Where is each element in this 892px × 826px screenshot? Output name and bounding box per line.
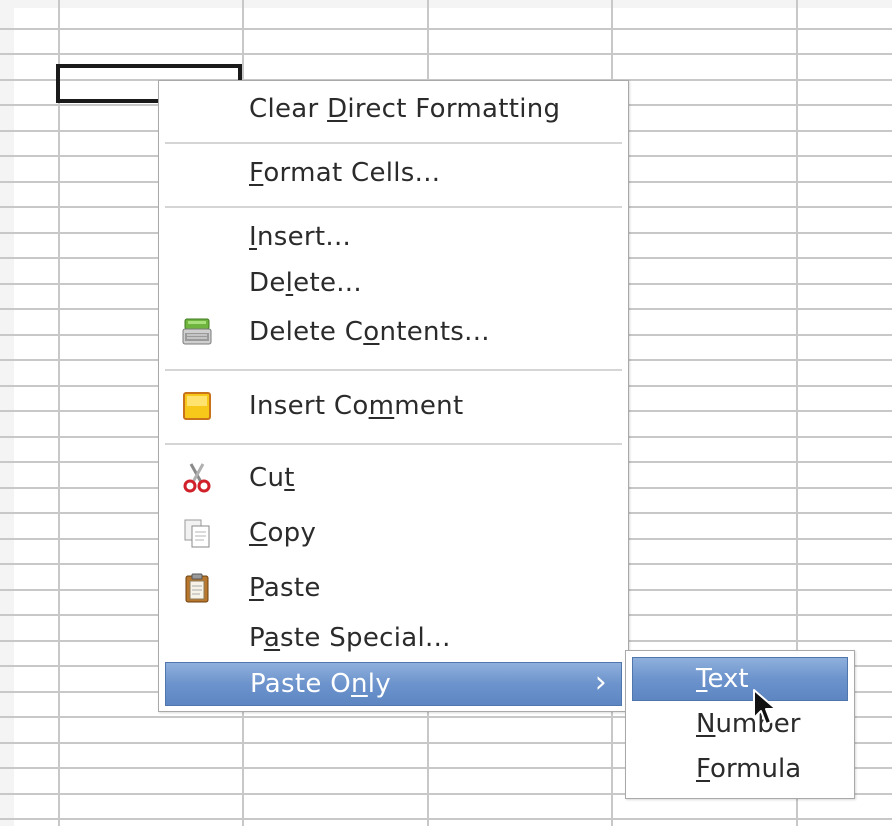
submenu-item-text[interactable]: Text	[632, 657, 848, 701]
context-menu: Clear Direct Formatting Format Cells... …	[158, 80, 629, 712]
clipboard-icon	[181, 572, 213, 604]
grid-left-margin	[0, 0, 14, 826]
menu-item-format-cells[interactable]: Format Cells...	[165, 153, 622, 193]
menu-item-label: Paste Special...	[249, 623, 451, 653]
menu-item-insert-comment[interactable]: Insert Comment	[165, 386, 622, 426]
menu-item-paste[interactable]: Paste	[165, 568, 622, 608]
grid-row-line	[0, 53, 892, 55]
copy-icon	[181, 517, 213, 549]
mouse-pointer-icon	[753, 689, 777, 725]
menu-item-label: Delete...	[249, 268, 362, 298]
menu-item-label: Copy	[249, 518, 317, 548]
menu-item-insert[interactable]: Insert...	[165, 217, 622, 257]
menu-separator	[165, 142, 622, 144]
menu-separator	[165, 369, 622, 371]
menu-item-label: Insert Comment	[249, 391, 464, 421]
eraser-icon	[181, 316, 213, 348]
comment-note-icon	[181, 390, 213, 422]
menu-item-cut[interactable]: Cut	[165, 458, 622, 498]
menu-item-delete[interactable]: Delete...	[165, 263, 622, 303]
menu-item-clear-direct-formatting[interactable]: Clear Direct Formatting	[165, 89, 622, 129]
grid-row-line	[0, 818, 892, 820]
menu-item-label: Number	[696, 709, 801, 739]
paste-only-submenu: Text Number Formula	[625, 650, 855, 799]
scissors-icon	[181, 462, 213, 494]
menu-item-label: Formula	[696, 754, 802, 784]
menu-item-label: Clear Direct Formatting	[249, 94, 561, 124]
grid-column-line	[58, 0, 60, 826]
submenu-arrow-icon: ›	[594, 665, 607, 700]
menu-item-label: Format Cells...	[249, 158, 441, 188]
submenu-item-formula[interactable]: Formula	[632, 748, 848, 790]
menu-item-label: Cut	[249, 463, 295, 493]
menu-item-label: Paste	[249, 573, 321, 603]
menu-item-label: Insert...	[249, 222, 352, 252]
menu-item-delete-contents[interactable]: Delete Contents...	[165, 312, 622, 352]
menu-item-label: Delete Contents...	[249, 317, 490, 347]
menu-separator	[165, 206, 622, 208]
submenu-item-number[interactable]: Number	[632, 703, 848, 745]
menu-item-label: Text	[696, 664, 749, 694]
menu-item-paste-only[interactable]: Paste Only ›	[165, 662, 622, 706]
menu-item-paste-special[interactable]: Paste Special...	[165, 618, 622, 658]
grid-top-margin	[0, 0, 892, 8]
menu-separator	[165, 443, 622, 445]
menu-item-copy[interactable]: Copy	[165, 513, 622, 553]
grid-row-line	[0, 28, 892, 30]
menu-item-label: Paste Only	[250, 669, 392, 699]
